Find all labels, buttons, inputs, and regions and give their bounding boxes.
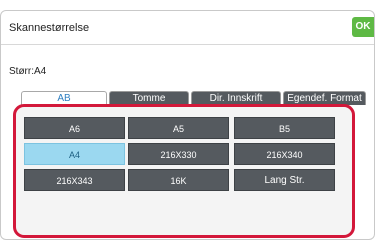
size-button-a4[interactable]: A4 <box>24 143 125 165</box>
size-button-a6[interactable]: A6 <box>24 117 125 139</box>
size-button-long-size[interactable]: Lang Str. <box>234 169 335 191</box>
tab-inch[interactable]: Tomme <box>109 91 189 105</box>
size-button-216x343[interactable]: 216X343 <box>24 169 125 191</box>
scan-size-dialog: Skannestørrelse OK Størr:A4 AB Tomme Dir… <box>0 10 375 240</box>
ok-button[interactable]: OK <box>352 17 374 37</box>
current-size-label: Størr:A4 <box>9 66 47 77</box>
size-button-a5[interactable]: A5 <box>128 117 229 139</box>
format-tabs: AB Tomme Dir. Innskrift Egendef. Format <box>21 91 366 105</box>
size-button-grid: A6 A5 B5 A4 216X330 216X340 216X343 16K … <box>13 104 355 238</box>
dialog-title: Skannestørrelse <box>9 22 90 34</box>
title-bar: Skannestørrelse OK <box>1 11 374 45</box>
tab-ab[interactable]: AB <box>21 91 107 105</box>
screen: Skannestørrelse OK Størr:A4 AB Tomme Dir… <box>0 0 379 243</box>
tab-custom-format[interactable]: Egendef. Format <box>283 91 366 105</box>
size-button-216x330[interactable]: 216X330 <box>128 143 229 165</box>
tab-direct-entry[interactable]: Dir. Innskrift <box>191 91 281 105</box>
size-button-16k[interactable]: 16K <box>128 169 229 191</box>
size-button-216x340[interactable]: 216X340 <box>234 143 335 165</box>
size-button-b5[interactable]: B5 <box>234 117 335 139</box>
